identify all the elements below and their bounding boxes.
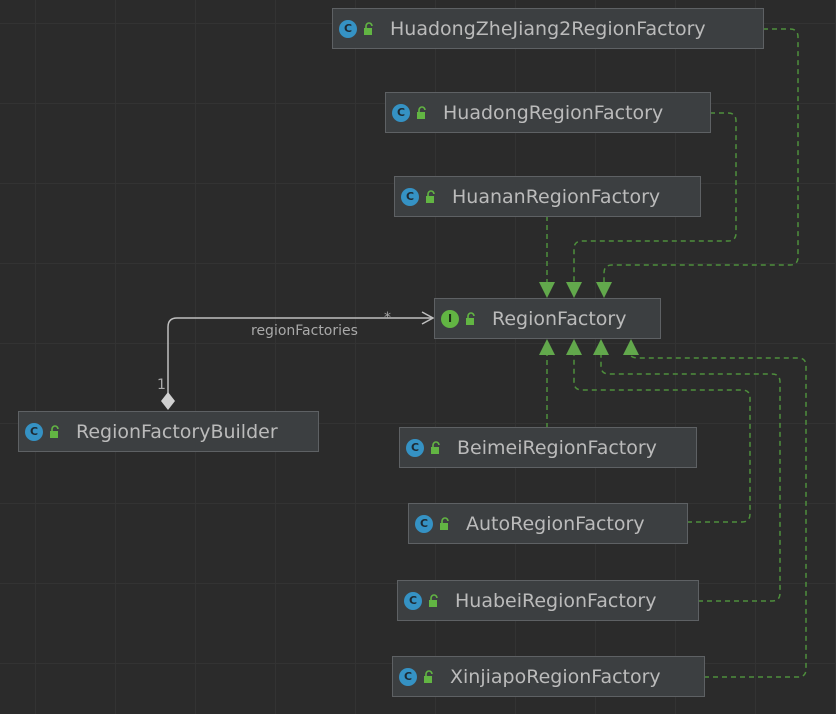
class-icon: C [401,187,419,206]
open-lock-icon [429,593,438,607]
realization-arrowhead-huadong-zhejiang2 [596,282,612,298]
class-name: XinjiapoRegionFactory [450,665,661,688]
class-name: HuabeiRegionFactory [455,589,657,612]
class-node-huadong-zhejiang2[interactable]: C HuadongZheJiang2RegionFactory [332,8,764,49]
class-node-huadong[interactable]: C HuadongRegionFactory [385,92,711,133]
realization-arrowhead-huadong [566,282,582,298]
open-lock-icon [426,189,435,203]
open-lock-icon [440,516,449,530]
interface-node-region-factory[interactable]: I RegionFactory [434,298,661,339]
class-icon: C [399,667,417,686]
target-multiplicity-label: * [384,310,391,326]
realization-arrowhead-auto [566,339,582,355]
realization-arrowhead-beimei [539,339,555,355]
interface-icon: I [441,309,459,328]
class-icon: C [25,422,43,441]
class-node-huabei[interactable]: C HuabeiRegionFactory [397,580,699,621]
class-node-region-factory-builder[interactable]: C RegionFactoryBuilder [18,411,319,452]
realization-edge-huabei [600,355,781,602]
realization-arrowhead-huabei [593,339,609,355]
class-icon: C [415,514,433,533]
class-icon: C [406,438,424,457]
class-node-xinjiapo[interactable]: C XinjiapoRegionFactory [392,656,705,697]
aggregation-diamond [161,392,175,410]
source-multiplicity-label: 1 [157,377,166,393]
realization-arrowhead-xinjiapo [623,339,639,355]
class-name: AutoRegionFactory [466,512,645,535]
class-node-beimei[interactable]: C BeimeiRegionFactory [399,427,697,468]
open-lock-icon [417,105,426,119]
aggregation-role-label: regionFactories [251,323,358,339]
open-lock-icon [466,311,475,325]
class-icon: C [339,19,357,38]
open-lock-icon [364,21,373,35]
class-node-auto[interactable]: C AutoRegionFactory [408,503,688,544]
interface-name: RegionFactory [492,307,627,330]
realization-edge-huadong-zhejiang2 [603,28,799,284]
class-name: BeimeiRegionFactory [457,436,657,459]
class-name: HuadongZheJiang2RegionFactory [390,17,706,40]
class-name: HuananRegionFactory [452,185,661,208]
open-lock-icon [50,424,59,438]
open-lock-icon [431,440,440,454]
class-icon: C [404,591,422,610]
class-name: HuadongRegionFactory [443,101,664,124]
open-lock-icon [424,669,433,683]
realization-arrowhead-huanan [539,282,555,298]
class-icon: C [392,103,410,122]
class-node-huanan[interactable]: C HuananRegionFactory [394,176,701,217]
class-name: RegionFactoryBuilder [76,420,278,443]
